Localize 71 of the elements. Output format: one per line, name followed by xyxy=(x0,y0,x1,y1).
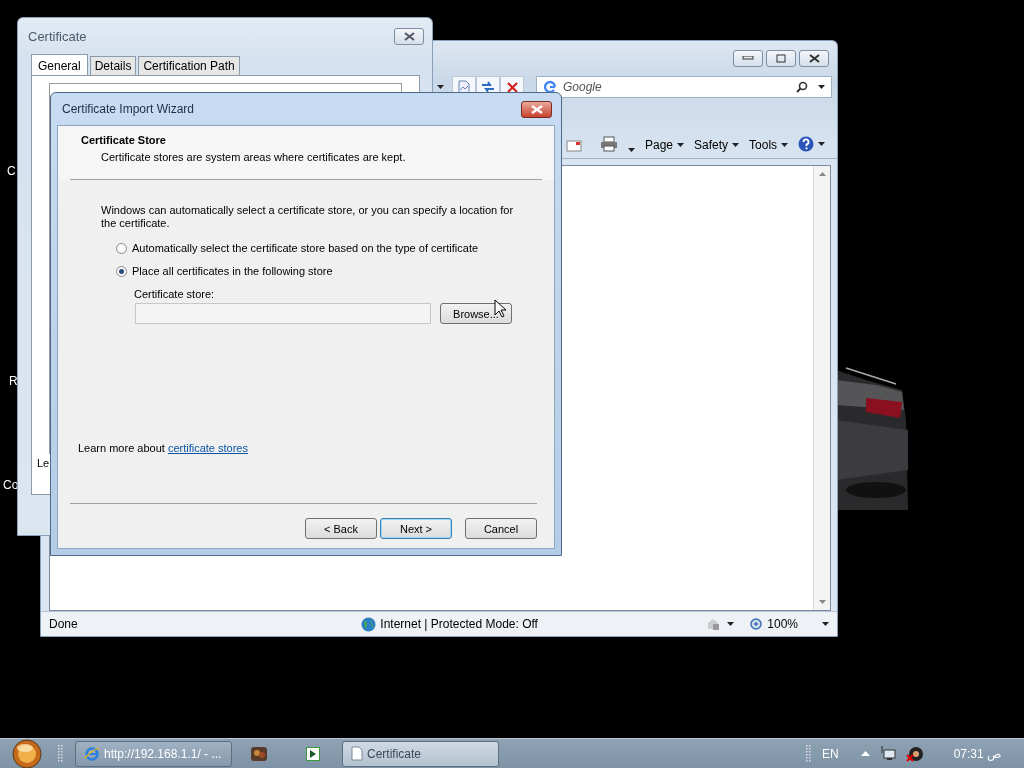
close-icon xyxy=(530,104,543,114)
caret-icon xyxy=(677,143,685,147)
link[interactable]: certificate stores xyxy=(167,442,248,454)
print-button[interactable] xyxy=(600,136,618,152)
radio-option[interactable]: Automatically select the certificate store based on the type of certificate xyxy=(116,242,537,254)
scrollbar[interactable] xyxy=(813,166,830,610)
browser-icon xyxy=(84,745,100,762)
g-logo-icon xyxy=(543,80,557,94)
refresh-icon xyxy=(481,81,495,93)
close-button[interactable] xyxy=(394,28,424,45)
stop-icon xyxy=(506,81,518,93)
zoom-icon xyxy=(750,617,764,631)
dialog-button[interactable]: Cancel xyxy=(465,518,537,539)
browse-button[interactable]: Browse... xyxy=(440,303,512,324)
tab[interactable]: Certification Path xyxy=(138,56,240,75)
caret-icon xyxy=(822,622,829,626)
dialog-button[interactable]: Next > xyxy=(380,518,452,539)
network-icon[interactable] xyxy=(879,746,896,761)
scroll-down-icon[interactable] xyxy=(818,600,826,604)
globe-icon xyxy=(361,616,377,632)
document-icon xyxy=(351,746,363,761)
desktop-icon-label[interactable]: R xyxy=(9,374,18,388)
close-icon xyxy=(808,53,820,63)
desktop-icon-label[interactable]: C xyxy=(7,164,16,178)
intro-text: Windows can automatically select a certificate store, or you can specify a location for the certificate. xyxy=(101,204,515,230)
step-heading: Certificate Store xyxy=(81,134,167,146)
search-input[interactable]: Google xyxy=(561,79,792,95)
close-icon xyxy=(403,32,415,41)
minimize-button[interactable] xyxy=(733,49,763,67)
close-button[interactable] xyxy=(799,49,829,67)
printer-icon xyxy=(600,136,618,152)
taskbar-button[interactable]: Certificate xyxy=(342,740,499,767)
zoom-control[interactable]: 100% xyxy=(750,617,798,631)
tab[interactable]: Details xyxy=(89,56,137,75)
learn-more-text: Learn more about certificate stores xyxy=(78,442,248,454)
caret-icon xyxy=(628,148,635,152)
dialog-button[interactable]: < Back xyxy=(305,518,377,539)
caret-icon xyxy=(818,142,826,146)
caret-icon xyxy=(818,85,825,89)
zone-text: Internet | Protected Mode: Off xyxy=(380,617,538,631)
app-icon[interactable] xyxy=(250,745,268,762)
menu-button[interactable]: Page xyxy=(645,138,685,152)
grip-icon xyxy=(58,744,64,763)
maximize-icon xyxy=(776,53,786,63)
menu-button[interactable]: Safety xyxy=(694,138,740,152)
scroll-up-icon[interactable] xyxy=(818,172,826,176)
tab[interactable]: General xyxy=(31,54,88,76)
dropdown-icon xyxy=(437,85,444,89)
help-button[interactable] xyxy=(798,136,826,152)
status-text: Done xyxy=(49,617,78,631)
mail-icon[interactable] xyxy=(566,140,582,152)
search-icon[interactable] xyxy=(796,81,808,93)
caret-icon xyxy=(781,143,789,147)
speaker-icon[interactable] xyxy=(905,745,924,762)
window-title: Certificate xyxy=(28,29,87,44)
show-hidden-icons-icon[interactable] xyxy=(860,751,870,756)
page-icon xyxy=(458,80,470,94)
step-description: Certificate stores are system areas where certificates are kept. xyxy=(101,151,407,163)
menu-button[interactable]: Tools xyxy=(749,138,789,152)
close-button[interactable] xyxy=(521,100,552,118)
caret-icon xyxy=(727,622,735,626)
minimize-icon xyxy=(742,56,754,60)
search-box[interactable]: Google xyxy=(536,76,832,98)
media-icon[interactable] xyxy=(306,746,320,761)
caret-icon xyxy=(732,143,740,147)
help-icon xyxy=(798,136,815,152)
field-label: Certificate store: xyxy=(134,288,216,300)
label-text: Le xyxy=(37,457,50,469)
window-title: Certificate Import Wizard xyxy=(62,102,195,116)
grip-icon xyxy=(805,744,812,763)
radio-option[interactable]: Place all certificates in the following store xyxy=(116,265,537,277)
